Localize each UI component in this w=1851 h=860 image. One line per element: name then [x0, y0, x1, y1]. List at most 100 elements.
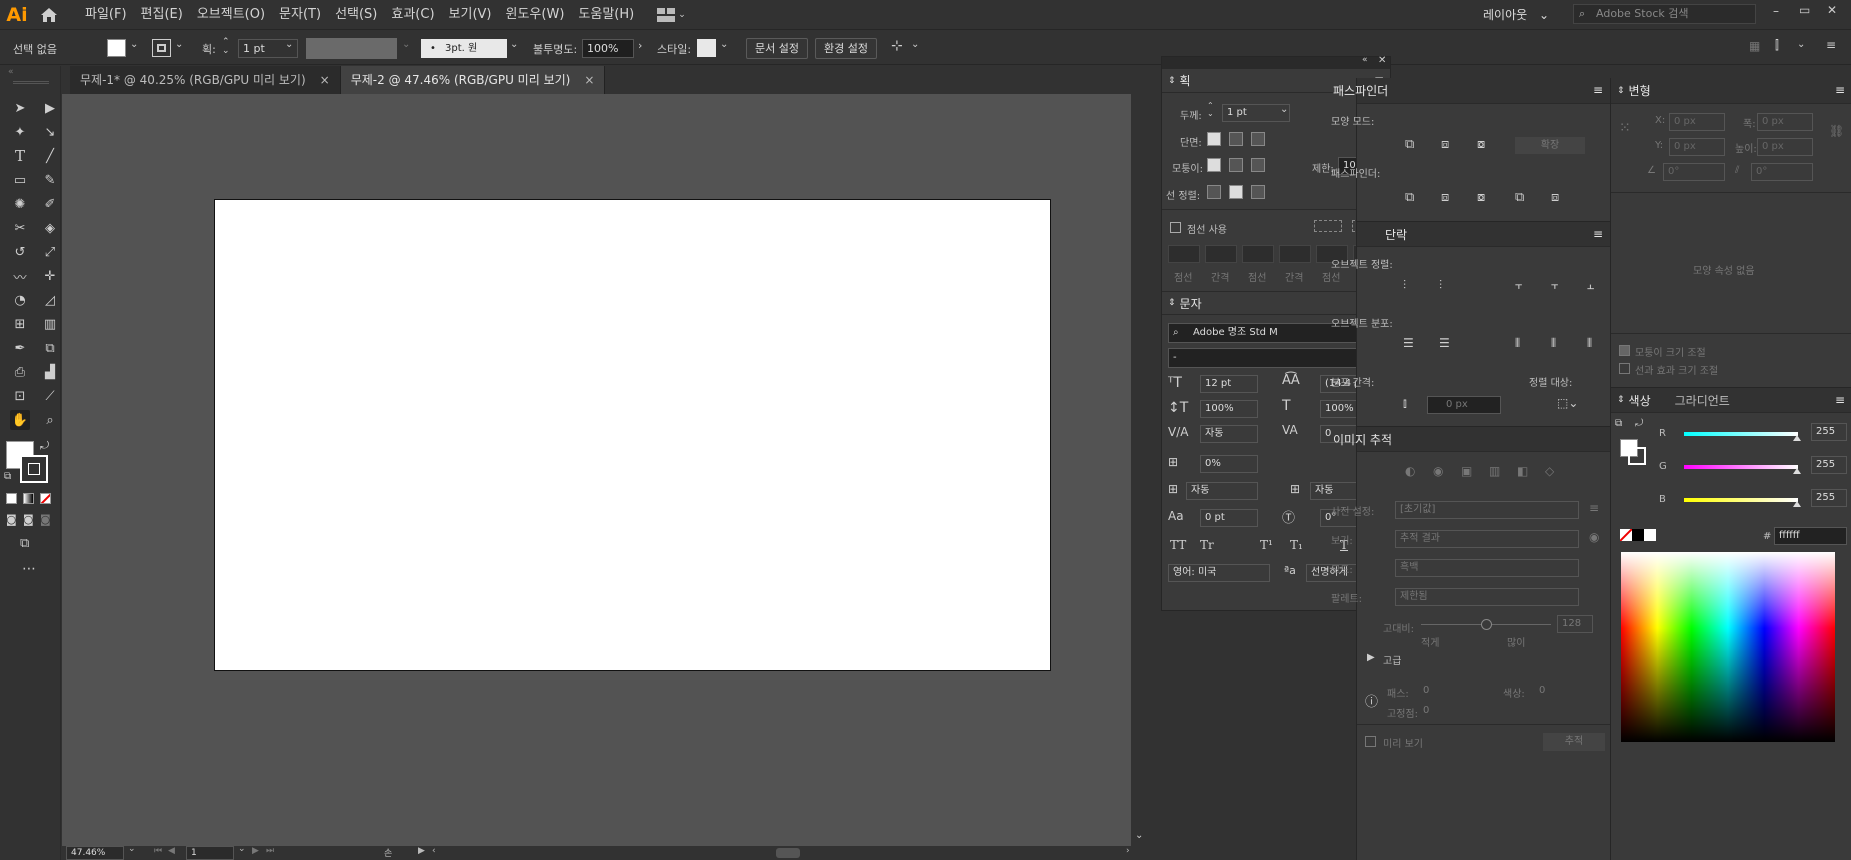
round-cap-button[interactable] — [1229, 132, 1243, 146]
all-caps-button[interactable]: TT — [1170, 538, 1186, 552]
stroke-panel-title[interactable]: 획 — [1180, 72, 1191, 89]
preset-menu-icon[interactable]: ≡ — [1589, 501, 1599, 515]
outline-icon[interactable]: ⧉ — [1515, 190, 1524, 205]
chevron-down-icon[interactable]: ⌄ — [1135, 830, 1143, 841]
draw-behind-icon[interactable]: ◙ — [23, 513, 34, 526]
preset-select[interactable]: [초기값] — [1395, 501, 1579, 519]
expand-icon[interactable]: ⇕ — [1168, 76, 1176, 86]
miter-join-button[interactable] — [1207, 158, 1221, 172]
panel-menu-icon[interactable]: ≡ — [1835, 83, 1845, 97]
threshold-field[interactable]: 128 — [1557, 615, 1593, 633]
horizontal-distribute-right-icon[interactable]: ⫴ — [1587, 336, 1592, 351]
dash-2-field[interactable] — [1242, 245, 1274, 263]
tsume-field[interactable]: 0% — [1200, 455, 1258, 473]
artboard[interactable] — [214, 199, 1051, 671]
scale-tool-icon[interactable]: ⤢ — [40, 242, 60, 262]
stepper-icon[interactable]: ⌃ ⌄ — [1207, 102, 1214, 118]
mesh-tool-icon[interactable]: ⊞ — [10, 314, 30, 334]
square-cap-button[interactable] — [1251, 132, 1265, 146]
height-field[interactable]: 0 px — [1757, 138, 1813, 156]
direct-selection-tool-icon[interactable]: ▶ — [40, 98, 60, 118]
red-slider[interactable] — [1684, 432, 1801, 441]
type-tool-icon[interactable]: T — [10, 146, 30, 166]
none-mode-button[interactable] — [40, 493, 51, 504]
pathfinder-tab[interactable]: 패스파인더 — [1333, 82, 1388, 99]
gradient-tool-icon[interactable]: ▥ — [40, 314, 60, 334]
bevel-join-button[interactable] — [1251, 158, 1265, 172]
vertical-align-center-icon[interactable]: ⫟ — [1551, 278, 1558, 293]
document-setup-button[interactable]: 문서 설정 — [746, 38, 808, 59]
chevron-down-icon[interactable]: ⌄ — [720, 39, 728, 50]
font-size-field[interactable]: 12 pt — [1200, 375, 1258, 393]
selection-arrange-icon[interactable]: ⊹ — [891, 38, 903, 54]
none-swatch[interactable] — [1620, 529, 1632, 541]
menu-view[interactable]: 보기(V) — [442, 0, 499, 30]
chevron-down-icon[interactable]: ⌄ — [285, 39, 293, 50]
default-colors-icon[interactable]: ⧉ — [1615, 418, 1622, 429]
menu-file[interactable]: 파일(F) — [78, 0, 134, 30]
red-field[interactable]: 255 — [1811, 423, 1847, 441]
menu-edit[interactable]: 편집(E) — [134, 0, 190, 30]
home-icon[interactable] — [34, 0, 64, 30]
gradient-mode-button[interactable] — [23, 493, 34, 504]
minus-front-icon[interactable]: ⧉ — [1405, 137, 1414, 152]
shaper-tool-icon[interactable]: ✺ — [10, 194, 30, 214]
x-field[interactable]: 0 px — [1669, 113, 1725, 131]
stroke-color-box[interactable] — [20, 455, 48, 483]
warp-tool-icon[interactable]: 〰 — [10, 266, 30, 286]
round-join-button[interactable] — [1229, 158, 1243, 172]
close-window-button[interactable]: ✕ — [1827, 3, 1837, 17]
menu-type[interactable]: 문자(T) — [272, 0, 328, 30]
chevron-down-icon[interactable]: ⌄ — [402, 39, 410, 50]
color-spectrum[interactable] — [1621, 552, 1835, 742]
puppet-warp-icon[interactable]: ✛ — [40, 266, 60, 286]
drag-handle[interactable] — [13, 81, 49, 84]
black-swatch[interactable] — [1632, 529, 1644, 541]
chevron-down-icon[interactable]: ⌄ — [175, 39, 183, 50]
column-graph-icon[interactable]: ▟ — [40, 362, 60, 382]
exclude-icon[interactable]: ⧇ — [1477, 137, 1485, 152]
align-inside-button[interactable] — [1229, 185, 1243, 199]
chevron-right-icon[interactable]: › — [638, 39, 642, 52]
threshold-slider[interactable] — [1421, 619, 1551, 630]
kerning-field[interactable]: 자동 — [1200, 425, 1258, 443]
panel-menu-icon[interactable]: ⫿ — [1775, 38, 1779, 53]
horizontal-align-center-icon[interactable]: ⫶ — [1403, 278, 1406, 293]
expand-icon[interactable]: ⇕ — [1617, 86, 1625, 96]
vertical-align-bottom-icon[interactable]: ⫠ — [1587, 278, 1594, 293]
brush-definition[interactable]: • 3pt. 원 — [421, 39, 507, 58]
status-menu-icon[interactable]: ▶ — [418, 846, 425, 856]
outline-icon[interactable]: ◇ — [1545, 464, 1554, 478]
gap-2-field[interactable] — [1279, 245, 1311, 263]
advanced-label[interactable]: 고급 — [1383, 652, 1401, 667]
arrange-documents-icon[interactable]: ⌄ — [657, 7, 686, 22]
butt-cap-button[interactable] — [1207, 132, 1221, 146]
next-artboard-icon[interactable]: ▶ — [252, 846, 259, 856]
image-trace-tab[interactable]: 이미지 추적 — [1333, 431, 1392, 448]
align-center-button[interactable] — [1207, 185, 1221, 199]
chevron-down-icon[interactable]: ⌄ — [911, 39, 919, 50]
grid-layout-icon[interactable]: ▦ — [1749, 39, 1760, 53]
menu-select[interactable]: 선택(S) — [328, 0, 384, 30]
artboard-number-field[interactable]: 1 — [186, 846, 234, 860]
menu-object[interactable]: 오브젝트(O) — [190, 0, 272, 30]
dash-1-field[interactable] — [1168, 245, 1200, 263]
draw-inside-icon[interactable]: ◙ — [40, 513, 51, 526]
shear-angle-field[interactable]: 0° — [1751, 163, 1813, 181]
zoom-tool-icon[interactable]: ⌕ — [40, 410, 60, 430]
scroll-right-icon[interactable]: › — [1126, 846, 1130, 856]
line-tool-icon[interactable]: ╱ — [40, 146, 60, 166]
perspective-grid-icon[interactable]: ◿ — [40, 290, 60, 310]
tab-document-1[interactable]: 무제-1* @ 40.25% (RGB/GPU 미리 보기) × — [70, 66, 341, 94]
default-colors-icon[interactable]: ⧉ — [4, 471, 11, 482]
rectangle-tool-icon[interactable]: ▭ — [10, 170, 30, 190]
baseline-shift-field[interactable]: 0 pt — [1200, 509, 1258, 527]
collapse-icon[interactable]: « — [1362, 55, 1368, 65]
horizontal-distribute-center-icon[interactable]: ⫴ — [1551, 336, 1556, 351]
zoom-field[interactable]: 47.46% — [66, 846, 124, 860]
align-to-selection-icon[interactable]: ⬚⌄ — [1557, 396, 1578, 410]
panel-menu-icon[interactable]: ≡ — [1593, 227, 1603, 241]
white-swatch[interactable] — [1644, 529, 1656, 541]
shape-builder-icon[interactable]: ◔ — [10, 290, 30, 310]
chevron-down-icon[interactable]: ⌄ — [130, 39, 138, 50]
